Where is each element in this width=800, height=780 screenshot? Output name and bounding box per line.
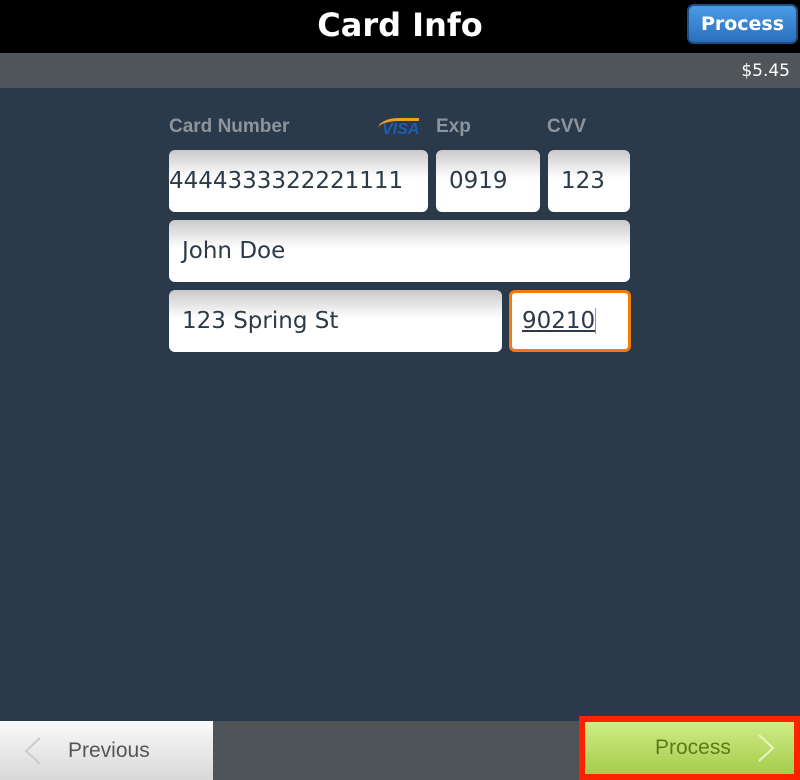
process-button-top[interactable]: Process xyxy=(687,4,798,44)
previous-button[interactable]: Previous xyxy=(0,721,213,780)
chevron-right-icon xyxy=(758,734,775,762)
amount-bar: $5.45 xyxy=(0,53,800,88)
process-button[interactable]: Process xyxy=(579,716,800,780)
page-title: Card Info xyxy=(317,6,483,44)
zip-value: 90210 xyxy=(522,308,597,334)
zip-input[interactable]: 90210 xyxy=(509,290,631,352)
cvv-label: CVV xyxy=(547,116,587,137)
card-number-label: Card Number xyxy=(169,116,290,137)
top-bar: Card Info Process xyxy=(0,0,800,53)
visa-logo-icon: VISA xyxy=(378,118,420,139)
exp-label: Exp xyxy=(436,116,471,137)
process-label: Process xyxy=(655,736,731,759)
chevron-left-icon xyxy=(24,737,41,765)
previous-label: Previous xyxy=(68,739,150,762)
card-number-input[interactable]: 4444333322221111 xyxy=(169,150,428,212)
cardholder-name-input[interactable]: John Doe xyxy=(169,220,630,282)
amount-total: $5.45 xyxy=(741,61,790,81)
cvv-input[interactable]: 123 xyxy=(548,150,630,212)
street-address-input[interactable]: 123 Spring St xyxy=(169,290,502,352)
exp-input[interactable]: 0919 xyxy=(436,150,540,212)
